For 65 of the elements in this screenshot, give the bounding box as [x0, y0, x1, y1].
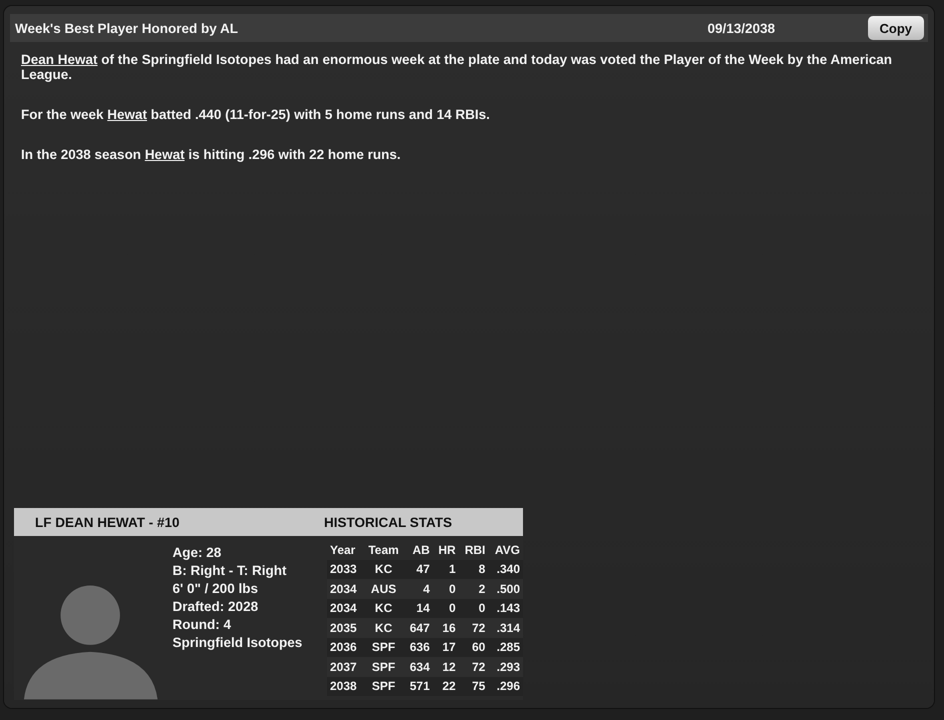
table-cell: 2 [458, 579, 488, 598]
news-paragraph: For the week Hewat batted .440 (11-for-25) with 5 home runs and 14 RBIs. [21, 107, 491, 122]
table-cell: KC [363, 618, 404, 638]
table-cell: 4 [404, 579, 433, 598]
table-cell: AUS [363, 579, 404, 598]
table-cell: .285 [488, 638, 523, 657]
news-paragraph: Dean Hewat of the Springfield Isotopes had an enormous week at the plate and today was voted the Player of the Week by the American League. [21, 52, 893, 82]
player-detail: 6' 0" / 200 lbs [172, 580, 259, 598]
table-cell: 72 [458, 618, 488, 638]
player-detail: Round: 4 [172, 616, 232, 634]
table-cell: 12 [432, 657, 459, 676]
table-cell: 0 [458, 598, 488, 618]
table-cell: KC [363, 560, 404, 579]
table-cell: 8 [458, 560, 488, 579]
column-header: AB [411, 542, 431, 559]
table-cell: 647 [404, 618, 433, 638]
player-link[interactable]: Hewat [107, 107, 148, 122]
table-cell: 636 [404, 638, 433, 657]
player-name: LF DEAN HEWAT - #10 [34, 514, 181, 530]
copy-button[interactable]: Copy [868, 16, 924, 40]
table-cell: 47 [404, 560, 433, 579]
news-paragraph: In the 2038 season Hewat is hitting .296 with 22 home runs. [21, 147, 402, 162]
player-detail: Age: 28 [172, 544, 222, 562]
table-cell: 75 [458, 676, 488, 696]
stats-title: HISTORICAL STATS [324, 514, 452, 530]
table-cell: 571 [404, 676, 433, 696]
news-title: Week's Best Player Honored by AL [15, 20, 240, 36]
table-cell: 2033 [326, 560, 364, 579]
table-cell: SPF [363, 657, 404, 676]
table-cell: 60 [458, 638, 488, 657]
player-detail: Drafted: 2028 [172, 598, 260, 616]
table-cell: SPF [363, 676, 404, 696]
table-cell: KC [363, 598, 404, 618]
column-header: RBI [464, 542, 486, 559]
column-header: HR [437, 542, 457, 559]
player-detail: Springfield Isotopes [172, 634, 304, 652]
table-cell: 17 [432, 638, 459, 657]
table-cell: .296 [488, 676, 523, 696]
table-cell: 0 [432, 598, 459, 618]
news-date: 09/13/2038 [708, 20, 776, 36]
table-cell: .500 [488, 579, 523, 598]
table-cell: 2034 [326, 598, 364, 618]
table-cell: 22 [432, 676, 459, 696]
table-cell: .293 [488, 657, 523, 676]
table-cell: 2037 [326, 657, 364, 676]
table-cell: 14 [404, 598, 433, 618]
table-cell: .340 [488, 560, 523, 579]
table-cell: 16 [432, 618, 459, 638]
table-cell: 2036 [326, 638, 364, 657]
column-header: Team [367, 542, 400, 559]
table-cell: 2034 [326, 579, 364, 598]
player-link[interactable]: Dean Hewat [21, 52, 98, 67]
table-cell: SPF [363, 638, 404, 657]
table-cell: 0 [432, 579, 459, 598]
player-link[interactable]: Hewat [144, 147, 185, 162]
column-header: Year [328, 542, 356, 559]
table-cell: 2035 [326, 618, 364, 638]
table-cell: 2038 [326, 676, 364, 696]
column-header: AVG [494, 542, 521, 559]
table-cell: 1 [432, 560, 459, 579]
table-cell: 72 [458, 657, 488, 676]
table-cell: .143 [488, 598, 523, 618]
table-cell: .314 [488, 618, 523, 638]
player-detail: B: Right - T: Right [172, 562, 288, 580]
table-cell: 634 [404, 657, 433, 676]
